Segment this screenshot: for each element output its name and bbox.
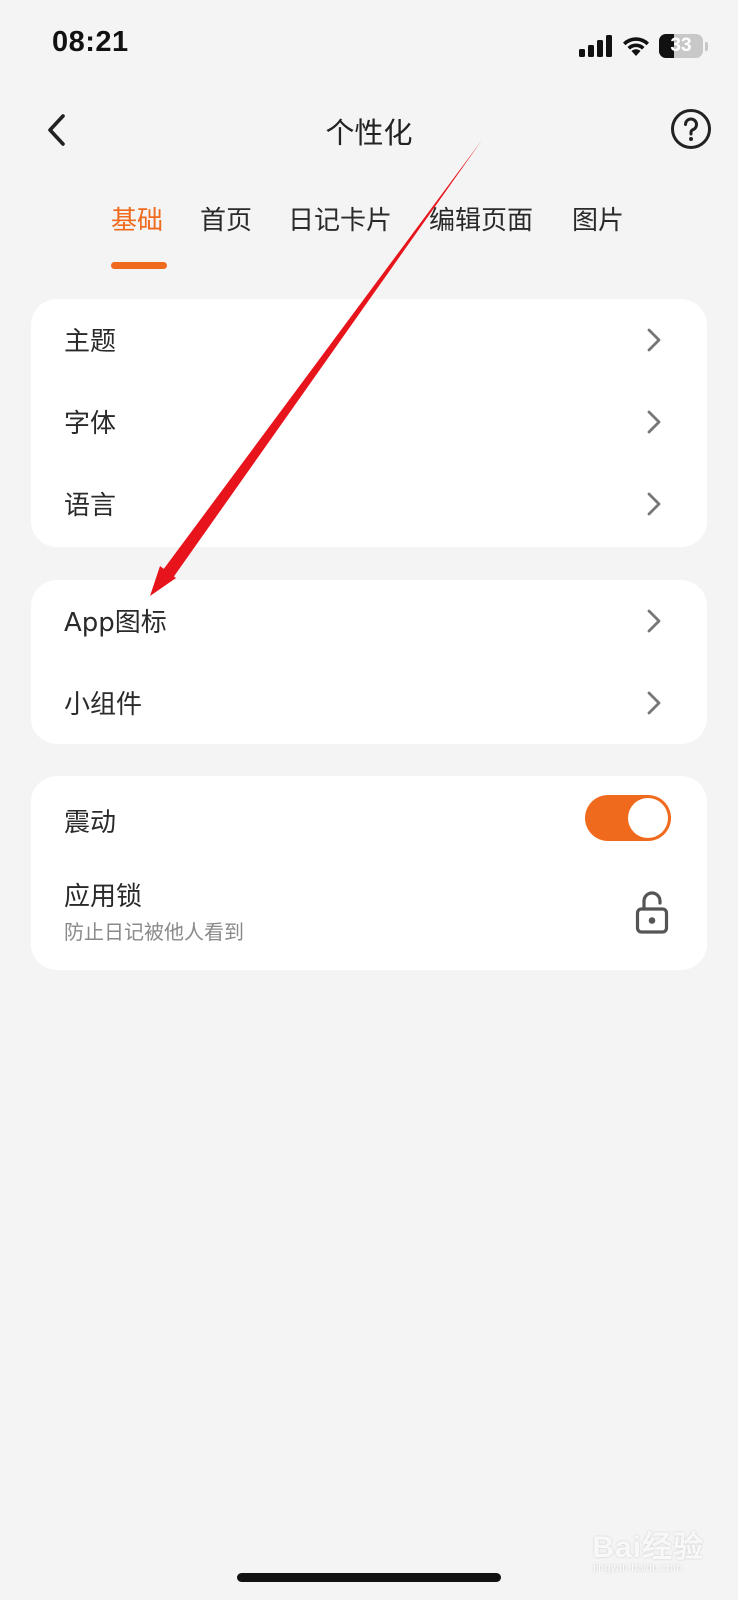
baidu-watermark-url: jingyan.baidu.com xyxy=(593,1562,682,1574)
tab-images[interactable]: 图片 xyxy=(572,200,624,237)
icon-widget-card: App图标 小组件 xyxy=(31,580,707,744)
wifi-icon xyxy=(623,37,649,56)
app-icon-label: App图标 xyxy=(64,608,167,638)
tab-diary-card[interactable]: 日记卡片 xyxy=(288,200,392,237)
theme-label: 主题 xyxy=(64,327,117,357)
vibration-label: 震动 xyxy=(64,808,117,838)
page-title: 个性化 xyxy=(325,116,413,150)
status-icons: 33 xyxy=(579,32,708,60)
battery-tip xyxy=(705,41,708,51)
font-label: 字体 xyxy=(64,409,117,439)
language-row[interactable]: 语言 xyxy=(31,463,707,545)
chevron-right-icon xyxy=(647,609,661,633)
language-label: 语言 xyxy=(64,491,117,521)
chevron-right-icon xyxy=(647,492,661,516)
question-circle-icon xyxy=(671,109,711,149)
tab-edit-page[interactable]: 编辑页面 xyxy=(429,200,533,237)
chevron-right-icon xyxy=(647,410,661,434)
app-lock-subtitle: 防止日记被他人看到 xyxy=(64,920,244,944)
chevron-right-icon xyxy=(647,328,661,352)
active-tab-indicator xyxy=(111,262,167,269)
home-indicator[interactable] xyxy=(237,1573,501,1582)
status-bar: 08:21 33 xyxy=(0,0,738,90)
appearance-card: 主题 字体 语言 xyxy=(31,299,707,547)
vibration-row: 震动 xyxy=(31,776,707,862)
tab-home[interactable]: 首页 xyxy=(200,200,252,237)
theme-row[interactable]: 主题 xyxy=(31,299,707,381)
status-time: 08:21 xyxy=(52,26,129,58)
help-button[interactable] xyxy=(670,108,712,150)
widgets-label: 小组件 xyxy=(64,690,143,720)
chevron-right-icon xyxy=(647,691,661,715)
tab-basic[interactable]: 基础 xyxy=(111,200,163,237)
signal-icon xyxy=(579,35,612,57)
tab-bar: 基础 首页 日记卡片 编辑页面 图片 xyxy=(0,192,738,272)
battery-icon: 33 xyxy=(659,34,703,58)
toggle-knob xyxy=(628,798,668,838)
app-lock-label: 应用锁 xyxy=(64,882,143,912)
vibration-toggle[interactable] xyxy=(585,795,671,841)
battery-level: 33 xyxy=(670,35,692,56)
widgets-row[interactable]: 小组件 xyxy=(31,662,707,744)
app-lock-row[interactable]: 应用锁 防止日记被他人看到 xyxy=(31,862,707,970)
font-row[interactable]: 字体 xyxy=(31,381,707,463)
app-icon-row[interactable]: App图标 xyxy=(31,580,707,662)
lock-icon xyxy=(635,891,669,934)
baidu-watermark: Bai经验 xyxy=(592,1531,704,1564)
system-card: 震动 应用锁 防止日记被他人看到 xyxy=(31,776,707,970)
nav-bar: 个性化 xyxy=(0,90,738,170)
